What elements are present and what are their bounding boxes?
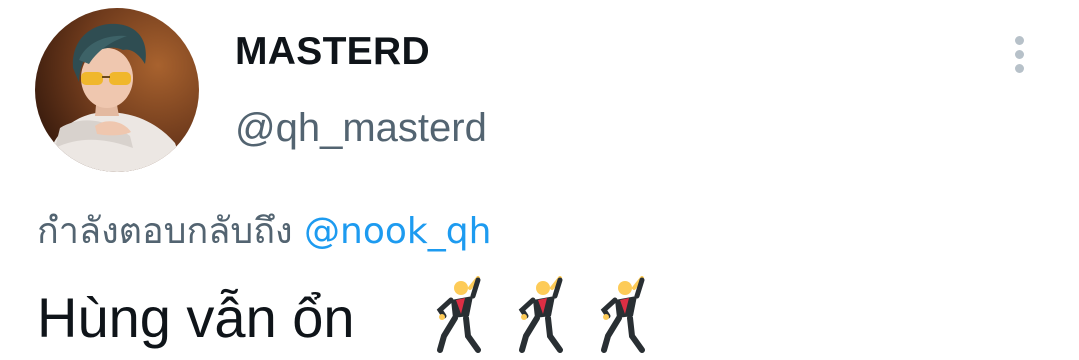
reply-mention-link[interactable]: @nook_qh — [304, 211, 491, 252]
vertical-ellipsis-icon-dot — [1015, 50, 1024, 59]
user-handle[interactable]: @qh_masterd — [235, 104, 487, 152]
dancing-man-emoji — [518, 276, 563, 353]
dancing-man-emoji — [436, 276, 481, 353]
avatar-image — [35, 8, 199, 172]
dancing-man-emoji — [600, 276, 645, 353]
avatar[interactable] — [35, 8, 199, 172]
replying-to: กำลังตอบกลับถึง @nook_qh — [37, 208, 491, 256]
vertical-ellipsis-icon-dot — [1015, 64, 1024, 73]
tweet-text: Hùng vẫn ổn — [37, 286, 355, 349]
display-name[interactable]: MASTERD — [235, 30, 430, 74]
tweet-card: MASTERD @qh_masterd กำลังตอบกลับถึง @noo… — [0, 0, 1079, 360]
vertical-ellipsis-icon — [1015, 36, 1024, 45]
more-options-button[interactable] — [1004, 30, 1036, 78]
replying-to-label: กำลังตอบกลับถึง — [37, 211, 293, 252]
